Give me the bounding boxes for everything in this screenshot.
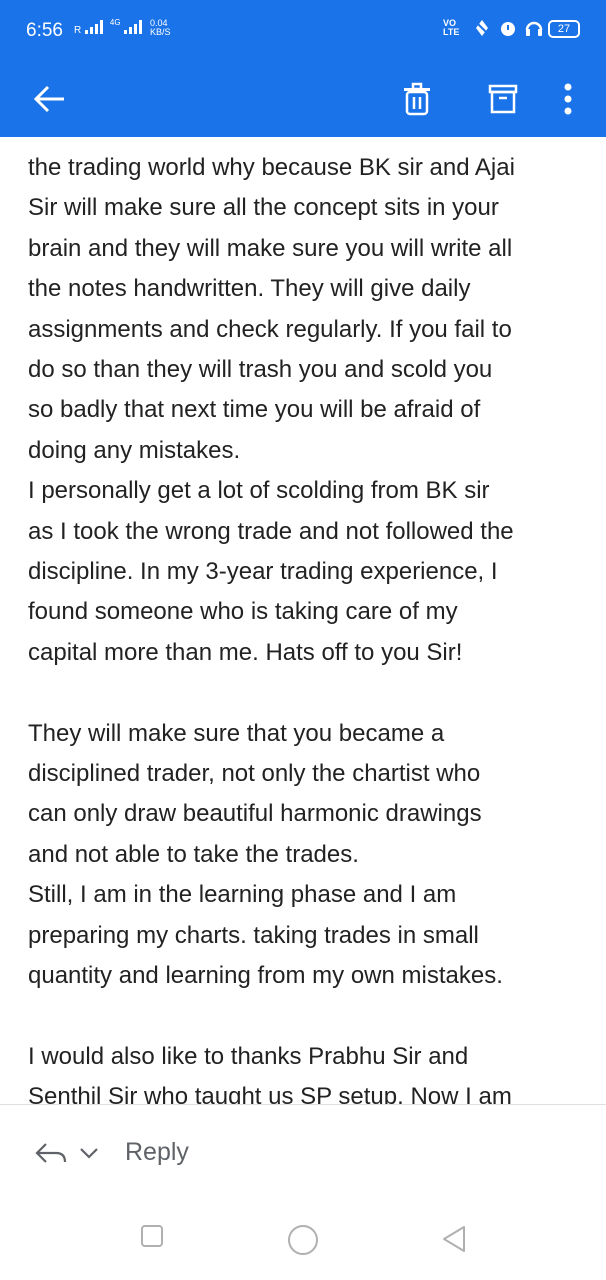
volte-indicator: VO LTE [443,19,459,37]
data-speed: 0.04 KB/S [150,19,171,37]
app-header: 6:56 R 4G 0.04 KB/S VO LTE 27 [0,0,606,137]
reply-icon[interactable] [34,1138,68,1168]
back-nav-icon[interactable] [440,1224,468,1254]
message-line: and not able to take the trades. [28,840,359,868]
archive-icon [488,84,518,114]
message-body: the trading world why because BK sir and… [28,148,588,1104]
message-line: can only draw beautiful harmonic drawing… [28,800,482,828]
chevron-down-icon[interactable] [78,1142,100,1164]
message-line: found someone who is taking care of my [28,598,458,626]
trash-icon [404,82,430,116]
alarm-icon [501,22,515,36]
message-line: I personally get a lot of scolding from … [28,477,490,505]
status-bar: 6:56 R 4G 0.04 KB/S VO LTE 27 [0,0,606,62]
battery-indicator: 27 [548,20,580,38]
app-bar [0,62,606,137]
signal-bars-2-icon [123,20,142,34]
message-line: capital more than me. Hats off to you Si… [28,638,463,666]
message-line: I would also like to thanks Prabhu Sir a… [28,1042,469,1070]
status-icons [472,18,544,38]
message-line: the trading world why because BK sir and… [28,154,515,181]
message-line: They will make sure that you became a [28,719,445,747]
message-line: brain and they will make sure you will w… [28,234,513,262]
signal-strength: R 4G [74,19,146,36]
message-line: Senthil Sir who taught us SP setup. Now … [28,1083,512,1104]
message-line: assignments and check regularly. If you … [28,315,512,343]
back-button[interactable] [22,72,76,126]
message-line: the notes handwritten. They will give da… [28,275,471,303]
message-line: so badly that next time you will be afra… [28,396,481,424]
volte-line-2: LTE [443,27,460,37]
network-type: 4G [109,18,121,27]
signal-bars-icon [84,20,103,34]
message-line: discipline. In my 3-year trading experie… [28,558,498,586]
more-options-button[interactable] [548,72,588,126]
divider [0,1104,606,1105]
message-line: preparing my charts. taking trades in sm… [28,921,479,949]
data-speed-unit: KB/S [150,27,171,37]
archive-button[interactable] [476,72,530,126]
message-line: do so than they will trash you and scold… [28,356,493,384]
home-icon[interactable] [287,1224,319,1256]
message-line: disciplined trader, not only the chartis… [28,760,481,788]
delete-button[interactable] [390,72,444,126]
message-line: Still, I am in the learning phase and I … [28,881,457,909]
message-line: quantity and learning from my own mistak… [28,962,503,990]
more-vert-icon [564,83,572,115]
mute-icon [473,19,491,37]
message-line: Sir will make sure all the concept sits … [28,194,499,222]
recents-icon[interactable] [140,1224,164,1248]
message-line: as I took the wrong trade and not follow… [28,517,514,545]
message-line: doing any mistakes. [28,436,241,464]
reply-bar: Reply [0,1124,606,1184]
headset-icon [525,21,543,36]
status-time: 6:56 [26,20,63,41]
arrow-left-icon [33,85,64,113]
signal-label: R [74,25,82,36]
system-nav-bar [0,1200,606,1280]
reply-button[interactable]: Reply [125,1138,189,1167]
